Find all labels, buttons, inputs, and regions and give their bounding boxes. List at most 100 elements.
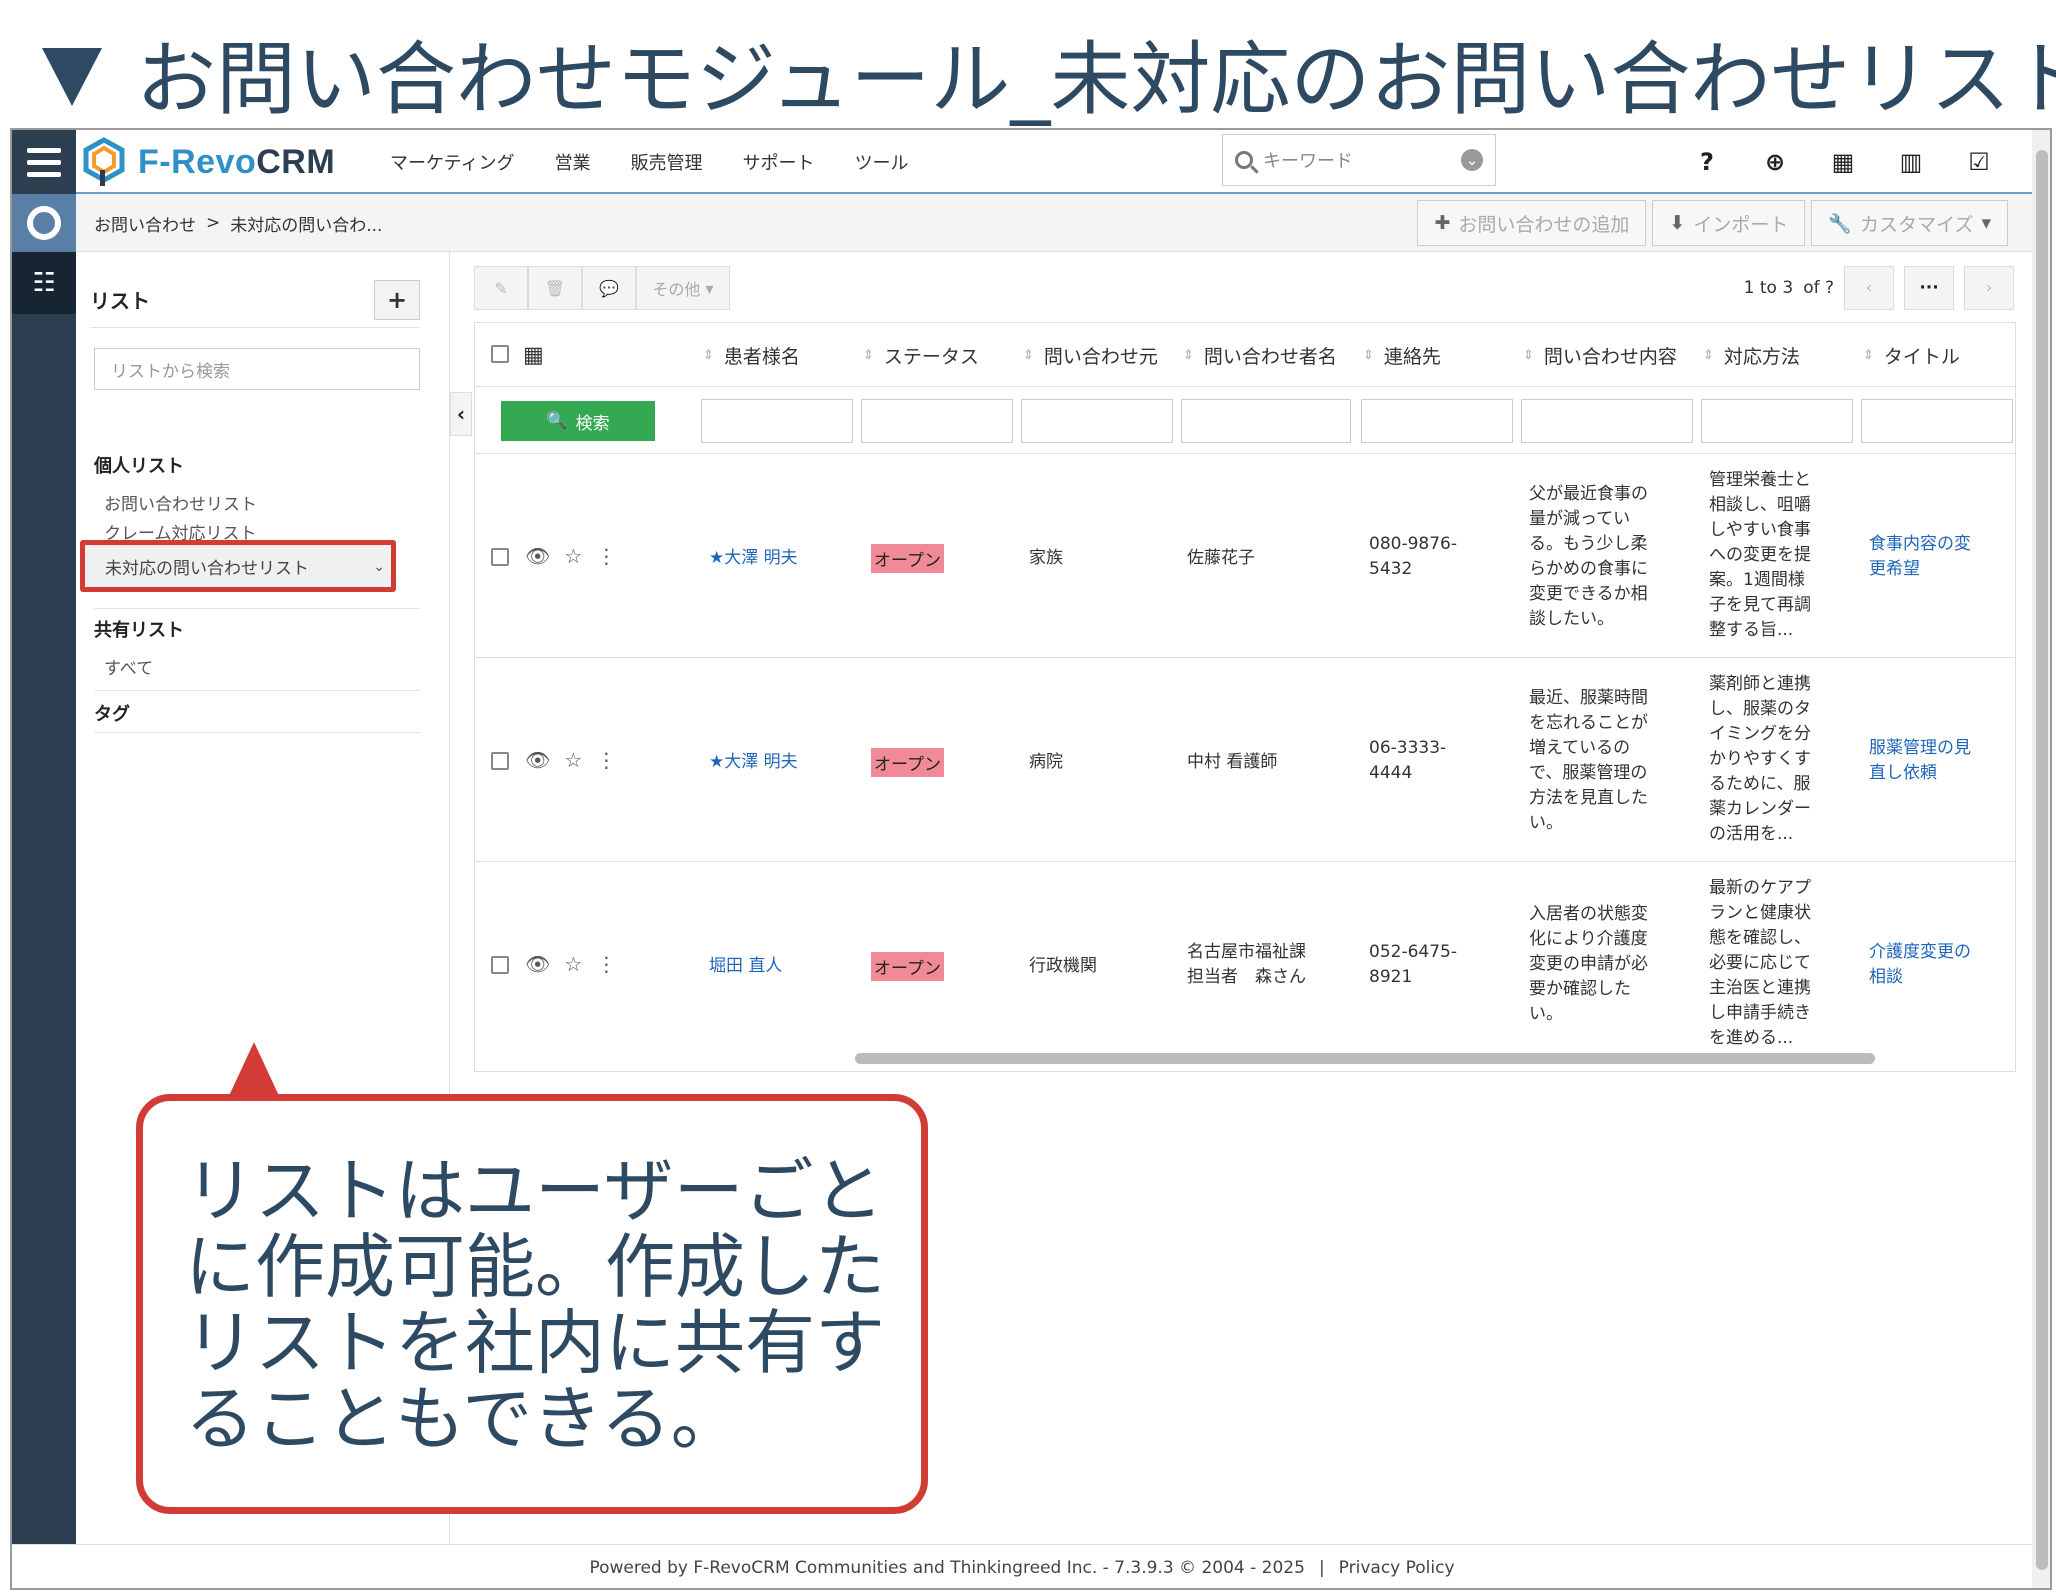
- slide-title-text: お問い合わせモジュール_未対応のお問い合わせリスト: [136, 33, 2056, 126]
- filter-input[interactable]: [1181, 399, 1351, 443]
- sidebar-divider: [94, 732, 420, 733]
- chart-icon[interactable]: ▥: [1896, 148, 1926, 176]
- filter-input[interactable]: [701, 399, 853, 443]
- table-row[interactable]: 👁 ☆ ⋮ ★大澤 明夫 オープン 病院 中村 看護師 06-3333- 4444 最…: [475, 657, 2015, 861]
- filter-input[interactable]: [1021, 399, 1173, 443]
- sidebar-item-unhandled-list[interactable]: 未対応の問い合わせリスト ⌄: [80, 540, 396, 592]
- add-icon[interactable]: ⊕: [1760, 148, 1790, 176]
- method-line: 最新のケアプ: [1709, 878, 1811, 898]
- callout-text: リストはユーザーごとに作成可能。作成したリストを社内に共有することもできる。: [185, 1150, 885, 1460]
- menu-tools[interactable]: ツール: [855, 149, 909, 175]
- column-header[interactable]: ⇕ 問い合わせ者名: [1183, 323, 1337, 387]
- view-icon[interactable]: 👁: [525, 748, 550, 772]
- page-range: 1 to 3: [1743, 278, 1794, 298]
- column-header[interactable]: ⇕ タイトル: [1863, 323, 1960, 387]
- wrench-icon: 🔧: [1828, 212, 1853, 235]
- menu-marketing[interactable]: マーケティング: [390, 149, 515, 175]
- table-row[interactable]: 👁 ☆ ⋮ ★大澤 明夫 オープン 家族 佐藤花子 080-9876- 5432 父が…: [475, 453, 2015, 657]
- chevron-down-icon[interactable]: ⌄: [373, 559, 385, 575]
- scrollbar-thumb[interactable]: [2036, 150, 2048, 1570]
- list-toolbar: ✎ 🗑 💬 その他 ▾: [474, 266, 730, 310]
- add-inquiry-button[interactable]: ✚ お問い合わせの追加: [1417, 200, 1647, 246]
- column-header[interactable]: ⇕ 患者様名: [703, 323, 800, 387]
- global-search-placeholder: キーワード: [1263, 151, 1353, 172]
- prev-page-button[interactable]: ‹: [1844, 266, 1894, 310]
- sidebar-item-unhandled-label: 未対応の問い合わせリスト: [105, 558, 309, 579]
- horizontal-scrollbar[interactable]: [855, 1053, 1875, 1064]
- breadcrumb: お問い合わせ > 未対応の問い合わ...: [94, 194, 382, 252]
- table-row[interactable]: 👁 ☆ ⋮ 堀田 直人 オープン 行政機関 名古屋市福祉課 担当者 森さん 052-6…: [475, 861, 2015, 1065]
- filter-input[interactable]: [1361, 399, 1513, 443]
- star-icon[interactable]: ☆: [564, 952, 582, 976]
- page-jump-button[interactable]: ···: [1904, 266, 1954, 310]
- vertical-scrollbar[interactable]: [2032, 130, 2050, 1588]
- menu-sales[interactable]: 営業: [555, 149, 591, 175]
- search-icon: [1235, 151, 1253, 169]
- list-search-placeholder: リストから検索: [111, 361, 230, 382]
- column-header[interactable]: ⇕ 問い合わせ元: [1023, 323, 1158, 387]
- global-search-input[interactable]: キーワード ⌄: [1222, 134, 1496, 186]
- more-actions-button[interactable]: その他 ▾: [636, 266, 730, 310]
- tasks-icon[interactable]: ☑: [1964, 148, 1994, 176]
- column-label: 問い合わせ元: [1043, 345, 1158, 368]
- edit-icon[interactable]: ✎: [474, 266, 528, 310]
- import-button[interactable]: ⬇ インポート: [1652, 200, 1806, 246]
- star-icon[interactable]: ☆: [564, 748, 582, 772]
- content-line: る。もう少し柔: [1529, 534, 1648, 554]
- patient-name-link[interactable]: ★大澤 明夫: [709, 546, 798, 571]
- more-vertical-icon[interactable]: ⋮: [596, 544, 616, 568]
- filter-input[interactable]: [1861, 399, 2013, 443]
- search-dropdown-icon[interactable]: ⌄: [1461, 149, 1483, 171]
- filter-input[interactable]: [1701, 399, 1853, 443]
- method-cell: 最新のケアプ ランと健康状 態を確認し、 必要に応じて 主治医と連携 し申請手続き を進める…: [1709, 876, 1811, 1051]
- shared-list-heading: 共有リスト: [94, 620, 184, 641]
- title-link[interactable]: 食事内容の変 更希望: [1869, 532, 1971, 582]
- star-icon[interactable]: ☆: [564, 544, 582, 568]
- help-icon[interactable]: ?: [1692, 148, 1722, 176]
- title-link[interactable]: 服薬管理の見 直し依頼: [1869, 736, 1971, 786]
- view-icon[interactable]: 👁: [525, 952, 550, 976]
- add-list-button[interactable]: +: [374, 279, 420, 320]
- calendar-icon[interactable]: ▦: [1828, 148, 1858, 176]
- breadcrumb-module[interactable]: お問い合わせ: [94, 211, 196, 236]
- filter-input[interactable]: [861, 399, 1013, 443]
- row-checkbox[interactable]: [491, 956, 509, 974]
- select-all-checkbox[interactable]: [491, 345, 509, 363]
- column-header[interactable]: ⇕ 連絡先: [1363, 323, 1441, 387]
- column-header[interactable]: ⇕ ステータス: [863, 323, 979, 387]
- list-module-icon[interactable]: ☷: [12, 252, 76, 314]
- view-icon[interactable]: 👁: [525, 544, 550, 568]
- app-logo[interactable]: F-RevoCRM: [78, 136, 335, 188]
- patient-name-link[interactable]: ★大澤 明夫: [709, 750, 798, 775]
- patient-name-link[interactable]: 堀田 直人: [709, 954, 782, 979]
- menu-support[interactable]: サポート: [743, 149, 815, 175]
- more-vertical-icon[interactable]: ⋮: [596, 952, 616, 976]
- more-vertical-icon[interactable]: ⋮: [596, 748, 616, 772]
- customize-button[interactable]: 🔧 カスタマイズ ▾: [1811, 200, 2008, 246]
- column-label: 対応方法: [1723, 345, 1800, 368]
- search-button-label: 検索: [575, 413, 610, 434]
- search-button[interactable]: 🔍 検索: [501, 401, 655, 441]
- logo-text-prefix: F-Revo: [138, 142, 257, 181]
- support-module-icon[interactable]: [12, 194, 76, 252]
- privacy-policy-link[interactable]: Privacy Policy: [1339, 1558, 1455, 1578]
- next-page-button[interactable]: ›: [1964, 266, 2014, 310]
- row-checkbox[interactable]: [491, 548, 509, 566]
- menu-inventory[interactable]: 販売管理: [631, 149, 703, 175]
- sidebar-item-inquiry-list[interactable]: お問い合わせリスト: [104, 490, 257, 515]
- inquirer-cell: 中村 看護師: [1187, 750, 1277, 775]
- list-search-input[interactable]: リストから検索: [94, 348, 420, 390]
- sidebar-item-all[interactable]: すべて: [104, 654, 153, 679]
- header-tools: ? ⊕ ▦ ▥ ☑ ●: [1692, 130, 2050, 194]
- column-settings-icon[interactable]: ▦: [523, 323, 544, 387]
- hamburger-menu-icon[interactable]: [12, 130, 76, 194]
- row-checkbox[interactable]: [491, 752, 509, 770]
- column-header[interactable]: ⇕ 対応方法: [1703, 323, 1800, 387]
- content-line: で、服薬管理の: [1529, 763, 1648, 783]
- title-link[interactable]: 介護度変更の 相談: [1869, 940, 1971, 990]
- page-total[interactable]: of ?: [1803, 278, 1834, 298]
- comment-icon[interactable]: 💬: [582, 266, 636, 310]
- filter-input[interactable]: [1521, 399, 1693, 443]
- delete-icon[interactable]: 🗑: [528, 266, 582, 310]
- column-header[interactable]: ⇕ 問い合わせ内容: [1523, 323, 1677, 387]
